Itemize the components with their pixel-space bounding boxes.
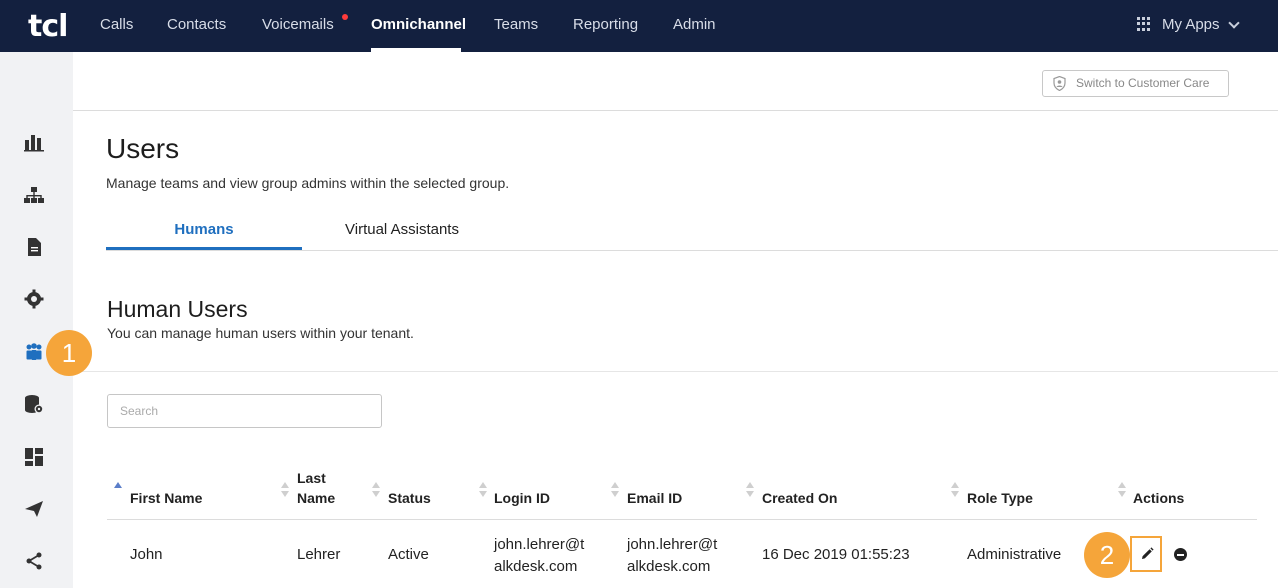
sort-icon[interactable]	[1118, 482, 1126, 498]
top-nav: tcl Calls Contacts Voicemails Omnichanne…	[0, 0, 1278, 52]
step-callout-1: 1	[46, 330, 92, 376]
sort-icon[interactable]	[281, 482, 289, 498]
users-icon[interactable]	[24, 342, 44, 362]
column-header-role-type[interactable]: Role Type	[967, 488, 1033, 508]
page-subtitle: Manage teams and view group admins withi…	[106, 175, 510, 191]
column-header-actions: Actions	[1133, 490, 1185, 506]
section-title: Human Users	[107, 296, 248, 322]
cell-status: Active	[388, 546, 429, 563]
column-header-login-id[interactable]: Login ID	[494, 488, 550, 508]
talkdesk-logo[interactable]: tcl	[28, 9, 68, 44]
gear-icon[interactable]	[24, 289, 44, 309]
sort-icon[interactable]	[746, 482, 754, 498]
sidebar	[0, 52, 73, 588]
org-chart-icon[interactable]	[24, 185, 44, 205]
switch-label: Switch to Customer Care	[1076, 76, 1210, 90]
step-callout-2: 2	[1084, 532, 1130, 578]
section-subtitle: You can manage human users within your t…	[107, 325, 414, 341]
sort-icon[interactable]	[372, 482, 380, 498]
apps-grid-icon[interactable]	[1137, 17, 1151, 31]
nav-reporting[interactable]: Reporting	[573, 0, 638, 52]
tab-virtual-assistants[interactable]: Virtual Assistants	[320, 221, 484, 251]
document-icon[interactable]	[24, 237, 44, 257]
shield-icon	[1053, 76, 1066, 91]
my-apps-button[interactable]: My Apps	[1162, 0, 1220, 52]
bar-chart-icon[interactable]	[24, 132, 44, 152]
cell-created-on: 16 Dec 2019 01:55:23	[762, 546, 910, 563]
cell-email-id: john.lehrer@talkdesk.com	[627, 536, 718, 575]
column-header-created-on[interactable]: Created On	[762, 488, 837, 508]
cell-role-type: Administrative	[967, 546, 1062, 563]
database-settings-icon[interactable]	[24, 394, 44, 414]
edit-user-button[interactable]	[1130, 536, 1162, 572]
remove-user-icon[interactable]	[1174, 548, 1187, 561]
sort-icon[interactable]	[951, 482, 959, 498]
pencil-icon	[1142, 547, 1154, 559]
sort-asc-icon[interactable]	[114, 482, 122, 498]
nav-teams[interactable]: Teams	[494, 0, 538, 52]
cell-first-name: John	[130, 546, 163, 563]
search-input[interactable]	[107, 394, 382, 428]
section-divider	[73, 371, 1278, 372]
column-header-first-name[interactable]: First Name	[130, 488, 202, 508]
table-header-divider	[107, 519, 1257, 520]
cell-login-id: john.lehrer@talkdesk.com	[494, 536, 585, 575]
switch-to-customer-care-button[interactable]: Switch to Customer Care	[1042, 70, 1229, 97]
nav-omnichannel[interactable]: Omnichannel	[371, 0, 466, 52]
sort-icon[interactable]	[611, 482, 619, 498]
column-header-last-name[interactable]: Last Name	[297, 468, 347, 508]
chevron-down-icon[interactable]	[1228, 17, 1240, 29]
nav-calls[interactable]: Calls	[100, 0, 133, 52]
nav-contacts[interactable]: Contacts	[167, 0, 226, 52]
tab-divider	[106, 250, 1278, 251]
column-header-status[interactable]: Status	[388, 488, 431, 508]
header-divider	[73, 110, 1278, 111]
sort-icon[interactable]	[479, 482, 487, 498]
nav-admin[interactable]: Admin	[673, 0, 716, 52]
send-icon[interactable]	[24, 499, 44, 519]
nav-voicemails[interactable]: Voicemails	[262, 0, 334, 52]
notification-dot	[342, 14, 348, 20]
page-title: Users	[106, 133, 180, 164]
column-header-email-id[interactable]: Email ID	[627, 488, 682, 508]
cell-last-name: Lehrer	[297, 546, 341, 563]
nav-active-indicator	[371, 48, 461, 52]
share-icon[interactable]	[24, 551, 44, 571]
dashboard-icon[interactable]	[24, 447, 44, 467]
